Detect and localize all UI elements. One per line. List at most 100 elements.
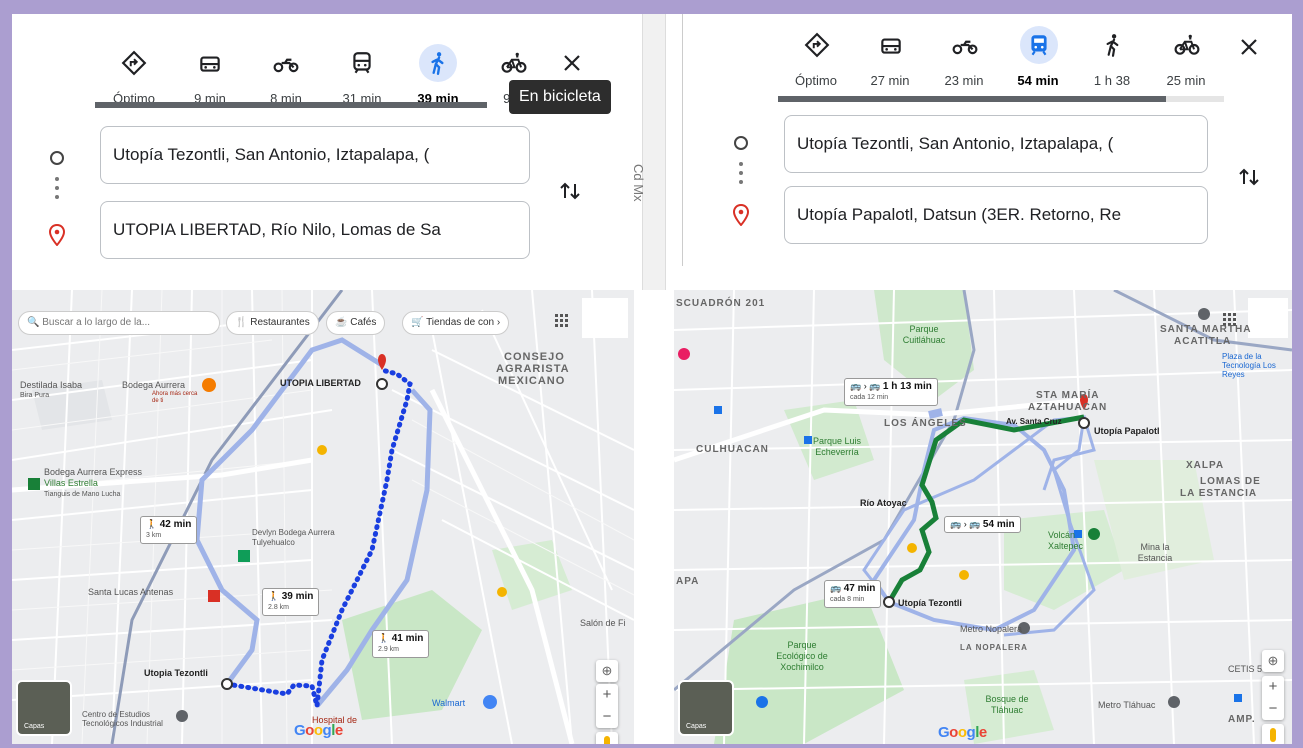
label-origin-name: Utopia Tezontli [144,668,208,678]
label-los-angeles: LOS ÁNGELES [884,418,967,429]
label-sta-maria: STA MARÍA [1036,390,1100,401]
route-bubble-3-dist: cada 8 min [830,596,865,603]
zoom-out-button[interactable]: − [1262,698,1284,720]
bicycle-icon [1168,26,1206,64]
label-bodega-sub: Ahora más cerca de ti [152,391,198,404]
label-culhuacan: CULHUACAN [696,444,769,455]
layers-label: Capas [686,723,707,730]
left-map[interactable]: 🔍 Buscar a lo largo de la... 🍴 Restauran… [12,290,634,744]
zoom-out-button[interactable]: − [596,706,618,728]
pegman-button[interactable] [1262,724,1284,744]
label-salon: Salón de Fi [580,618,626,628]
train-icon [343,44,381,82]
label-tianguis: Tianguis de Mano Lucha [44,491,121,498]
travel-mode-bar-right: Óptimo 27 min 23 min 54 min 1 h 38 25 mi… [779,26,1223,96]
label-origin-name: Utopía Tezontli [898,598,962,608]
chip-restaurants[interactable]: 🍴 Restaurantes [226,311,319,335]
origin-circle-icon [734,136,748,150]
swap-icon[interactable] [1234,162,1264,192]
label-parque-luis: Parque Luis Echeverría [812,436,862,457]
layers-button[interactable]: Capas [678,680,734,736]
mode-car[interactable]: 27 min [853,26,927,96]
left-directions-panel: Óptimo 9 min 8 min 31 min 39 min 9 m [12,14,634,744]
route-bubble-1[interactable]: 🚌 › 🚌 1 h 13 min cada 12 min [844,378,938,406]
label-lomas: LOMAS DE [1200,476,1261,487]
profile-placeholder [1248,298,1288,338]
label-bodega-express: Bodega Aurrera Express [44,467,143,477]
route-bubble-2[interactable]: 🚌 › 🚌 54 min [944,516,1021,533]
label-cetis: CETIS 5 [1228,664,1263,674]
label-amp: AMP. [1228,714,1256,725]
mode-optimo[interactable]: Óptimo [779,26,853,96]
destination-input[interactable]: Utopía Papalotl, Datsun (3ER. Retorno, R… [784,186,1208,244]
origin-input[interactable]: Utopía Tezontli, San Antonio, Iztapalapa… [100,126,530,184]
label-metro-nopalera: Metro Nopalera [960,624,1023,634]
zoom-in-button[interactable]: + [596,684,618,706]
layers-label: Capas [24,723,45,730]
label-estancia: LA ESTANCIA [1180,488,1258,499]
apps-grid-icon[interactable] [554,313,570,329]
route-bubble-3-dist: 2.9 km [378,646,400,653]
close-directions-button[interactable] [1230,28,1268,66]
layers-button[interactable]: Capas [16,680,72,736]
walk-icon [1094,26,1132,64]
close-directions-button[interactable] [553,44,591,82]
label-acatitla: ACATITLA [1174,336,1232,347]
directions-diamond-icon [798,26,836,64]
swap-icon[interactable] [555,176,585,206]
right-map[interactable]: SCUADRÓN 201 Parque Cuitláhuac SANTA MAR… [674,290,1292,744]
bicycle-tooltip: En bicicleta [509,80,611,114]
origin-marker [221,678,233,690]
route-bubble-1-time: 42 min [159,519,192,530]
label-parque-eco: Parque Ecológico de Xochimilco [776,640,828,672]
chip-stores[interactable]: 🛒 Tiendas de con › [402,311,510,335]
chip-cafes[interactable]: ☕ Cafés [326,311,386,335]
route-dots-icon [55,177,59,204]
zoom-control: + − [596,684,618,728]
label-santa-martha: SANTA MARTHA [1160,324,1252,335]
search-along-route-text: Buscar a lo largo de la... [42,317,151,328]
my-location-button[interactable]: ⊕ [1262,650,1284,672]
label-mexicano: MEXICANO [498,375,566,387]
route-bubble-3[interactable]: 🚌 47 min cada 8 min [824,580,882,608]
label-dest-name: UTOPIA LIBERTAD [280,378,361,388]
mode-bicycle[interactable]: 25 min [1149,26,1223,96]
route-dots-icon [739,162,743,189]
origin-input[interactable]: Utopía Tezontli, San Antonio, Iztapalapa… [784,115,1208,173]
zoom-in-button[interactable]: + [1262,676,1284,698]
label-bodega: Bodega Aurrera [122,380,186,390]
route-bubble-2-time: 54 min [982,519,1015,530]
label-destilada-sub: Bira Pura [20,392,50,399]
route-bubble-1-time: 1 h 13 min [882,381,932,392]
label-antenas: Santa Lucas Antenas [88,587,174,597]
label-escuadron: SCUADRÓN 201 [676,298,766,309]
mode-motorcycle[interactable]: 23 min [927,26,1001,96]
mode-progress-bar [95,102,487,108]
close-icon [564,55,580,71]
label-bosque: Bosque de Tláhuac [985,694,1029,715]
mode-car-label: 27 min [870,73,910,88]
route-bubble-3-time: 47 min [843,583,876,594]
chip-stores-label: Tiendas de con [426,317,495,328]
route-bubble-2[interactable]: 🚶 39 min 2.8 km [262,588,320,616]
mode-transit[interactable]: 54 min [1001,26,1075,96]
label-av-santa-cruz: Av. Santa Cruz [1006,417,1062,426]
close-icon [1241,39,1257,55]
label-xalpa: XALPA [1186,460,1225,471]
my-location-button[interactable]: ⊕ [596,660,618,682]
route-bubble-3[interactable]: 🚶 41 min 2.9 km [372,630,430,658]
search-along-route[interactable]: 🔍 Buscar a lo largo de la... [18,311,220,335]
pegman-button[interactable] [596,732,618,744]
destination-pin-icon [732,204,750,226]
mode-walk[interactable]: 1 h 38 [1075,26,1149,96]
label-dest-name: Utopía Papalotl [1094,426,1160,436]
google-logo: Google [938,724,987,741]
label-metro-tlahuac: Metro Tláhuac [1098,700,1156,710]
directions-diamond-icon [115,44,153,82]
destination-input[interactable]: UTOPIA LIBERTAD, Río Nilo, Lomas de Sa [100,201,530,259]
mode-progress-bar [778,96,1224,102]
motorcycle-icon [267,44,305,82]
chip-restaurants-label: Restaurantes [250,317,310,328]
mode-bicycle-label: 25 min [1166,73,1206,88]
route-bubble-1[interactable]: 🚶 42 min 3 km [140,516,198,544]
